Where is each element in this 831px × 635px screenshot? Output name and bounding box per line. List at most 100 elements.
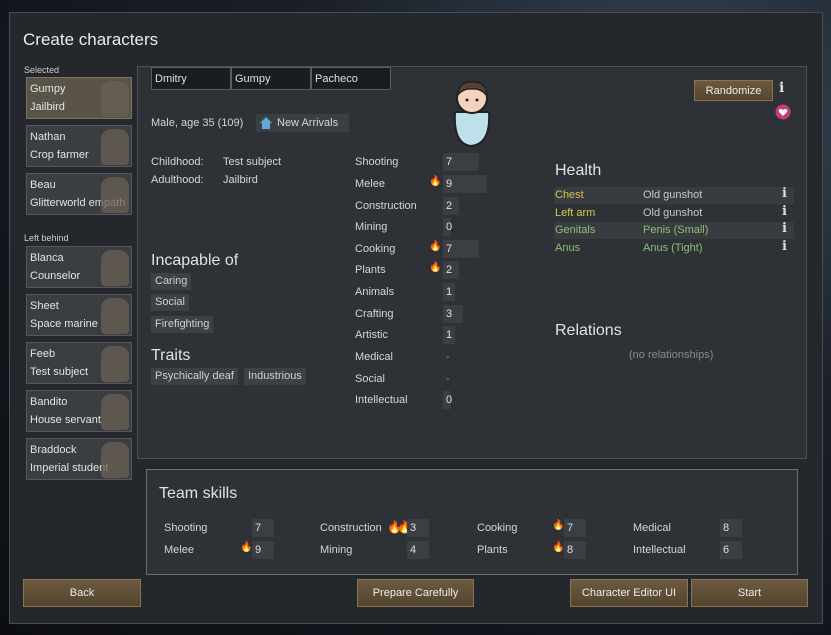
skill-name: Animals [355, 286, 395, 298]
pawn-title: House servant [30, 414, 101, 426]
flame-icon: 🔥 [240, 542, 253, 553]
childhood-label: Childhood: [151, 156, 204, 168]
team-skill-value: 6 [720, 541, 742, 559]
team-skill-name: Mining [320, 544, 353, 556]
team-skill: Medical 8 [633, 519, 746, 537]
relations-heading: Relations [555, 322, 622, 339]
house-icon [260, 117, 272, 129]
team-skill-value: 3 [407, 519, 429, 537]
pawn-title: Test subject [30, 366, 89, 378]
pawn-portrait [101, 442, 129, 478]
flame-icon: 🔥 [429, 176, 442, 187]
skill-name: Social [355, 373, 385, 385]
pawn-title: Imperial student [30, 462, 109, 474]
health-row[interactable]: Anus Anus (Tight) i [554, 239, 794, 257]
skill-row: Shooting 7 [355, 153, 495, 173]
info-icon[interactable]: i [782, 221, 787, 236]
health-row[interactable]: Left arm Old gunshot i [554, 204, 794, 222]
flame-icon: 🔥 [429, 241, 442, 252]
pawn-name: Blanca [30, 252, 64, 264]
skill-name: Cooking [355, 243, 396, 255]
body-part: Chest [555, 189, 584, 201]
info-icon[interactable]: i [782, 204, 787, 219]
skill-value: 3 [443, 305, 463, 323]
health-row[interactable]: Genitals Penis (Small) i [554, 221, 794, 239]
pawn-card-left-behind[interactable]: Bandito House servant [26, 390, 132, 432]
pawn-name: Feeb [30, 348, 56, 360]
pawn-portrait [101, 298, 129, 334]
skill-value: 7 [443, 153, 479, 171]
pawn-title: Space marine [30, 318, 98, 330]
pawn-card[interactable]: Nathan Crop farmer [26, 125, 132, 167]
pawn-portrait [101, 177, 129, 213]
skill-row: Mining 0 [355, 218, 495, 238]
health-condition: Old gunshot [643, 207, 703, 219]
skill-row: Medical - [355, 348, 495, 368]
skill-name: Artistic [355, 329, 388, 341]
team-skill: Intellectual 6 [633, 541, 746, 559]
faction-name: New Arrivals [277, 117, 339, 129]
health-condition: Old gunshot [643, 189, 703, 201]
info-icon[interactable]: i [782, 239, 787, 254]
nick-name-field[interactable] [231, 67, 311, 90]
pawn-name: Beau [30, 179, 56, 191]
flame-icon: 🔥 [552, 520, 565, 531]
character-editor-button[interactable]: Character Editor UI [570, 579, 688, 607]
childhood-value[interactable]: Test subject [223, 156, 281, 168]
adulthood-value[interactable]: Jailbird [223, 174, 258, 186]
team-skill-name: Melee [164, 544, 194, 556]
skill-value: 2 [443, 197, 459, 215]
team-skill: Melee 🔥 9 [164, 541, 278, 559]
pawn-card-left-behind[interactable]: Braddock Imperial student [26, 438, 132, 480]
skill-name: Intellectual [355, 394, 408, 406]
team-skill-name: Shooting [164, 522, 208, 534]
flame-icon: 🔥 [552, 542, 565, 553]
skill-value: - [446, 351, 450, 363]
skill-name: Melee [355, 178, 385, 190]
back-button[interactable]: Back [23, 579, 141, 607]
trait-tag[interactable]: Industrious [244, 368, 306, 385]
pawn-card-left-behind[interactable]: Feeb Test subject [26, 342, 132, 384]
team-skill-name: Construction [320, 522, 382, 534]
team-skills-heading: Team skills [159, 485, 238, 502]
pawn-name: Sheet [30, 300, 59, 312]
pawn-portrait [101, 250, 129, 286]
skill-name: Mining [355, 221, 388, 233]
team-skill-value: 9 [252, 541, 274, 559]
last-name-field[interactable] [311, 67, 391, 90]
team-skill-value: 8 [564, 541, 586, 559]
pawn-portrait-large [453, 81, 491, 148]
prepare-carefully-button[interactable]: Prepare Carefully [357, 579, 474, 607]
pawn-card-left-behind[interactable]: Sheet Space marine [26, 294, 132, 336]
health-condition: Anus (Tight) [643, 242, 703, 254]
pawn-title: Jailbird [30, 101, 65, 113]
team-skill-value: 8 [720, 519, 742, 537]
info-icon[interactable]: i [779, 80, 784, 96]
skill-row: Cooking 🔥 7 [355, 240, 495, 260]
traits-heading: Traits [151, 347, 191, 364]
start-button[interactable]: Start [691, 579, 808, 607]
skill-value: 2 [443, 261, 459, 279]
health-row[interactable]: Chest Old gunshot i [554, 186, 794, 204]
pawn-card-left-behind[interactable]: Blanca Counselor [26, 246, 132, 288]
pawn-card-selected[interactable]: Gumpy Jailbird [26, 77, 132, 119]
relations-empty-text: (no relationships) [629, 349, 714, 361]
trait-tag[interactable]: Psychically deaf [151, 368, 238, 385]
gender-age-text: Male, age 35 (109) [151, 117, 244, 129]
randomize-button[interactable]: Randomize [694, 80, 773, 101]
skill-row: Artistic 1 [355, 326, 495, 346]
incapable-heading: Incapable of [151, 252, 239, 269]
faction-badge[interactable]: New Arrivals [256, 114, 349, 132]
info-icon[interactable]: i [782, 186, 787, 201]
first-name-field[interactable] [151, 67, 231, 90]
body-part: Genitals [555, 224, 596, 236]
heart-icon[interactable] [775, 104, 791, 120]
pawn-name: Braddock [30, 444, 77, 456]
health-condition: Penis (Small) [643, 224, 709, 236]
pawn-name: Bandito [30, 396, 68, 408]
incapable-tag: Social [151, 294, 189, 311]
team-skill: Cooking 🔥 7 [477, 519, 590, 537]
skill-name: Construction [355, 200, 417, 212]
pawn-card[interactable]: Beau Glitterworld empath [26, 173, 132, 215]
incapable-tag: Caring [151, 273, 192, 290]
